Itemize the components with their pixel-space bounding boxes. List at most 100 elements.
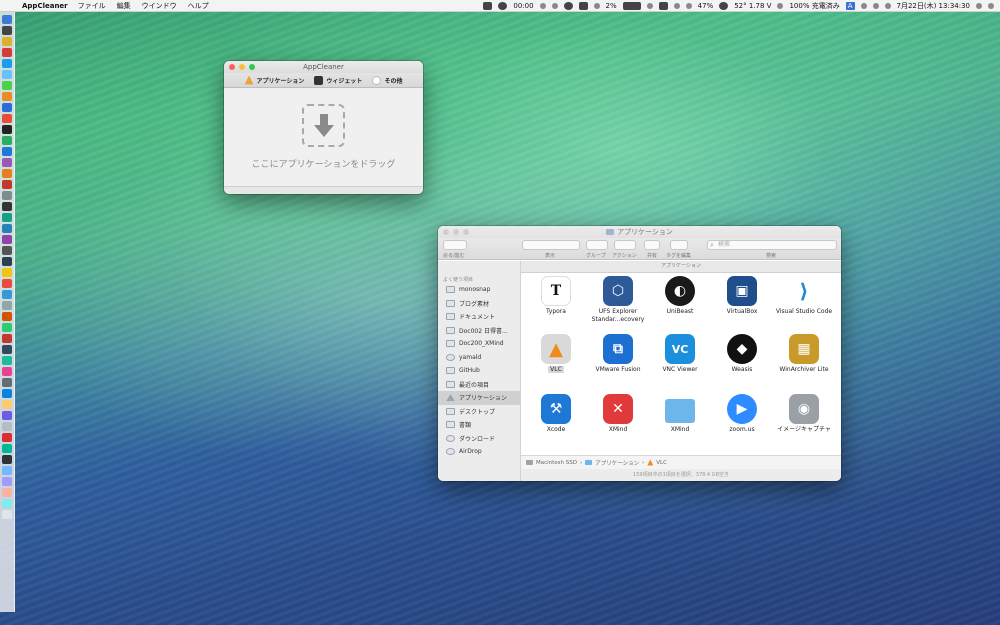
dock-vlc-icon[interactable] [2,169,12,178]
dock-chrome-icon[interactable] [2,103,12,112]
dock-app-icon-d[interactable] [2,312,12,321]
sidebar-item-doc002[interactable]: Doc002 日得書... [438,324,520,338]
battery-icon[interactable] [593,2,600,9]
sidebar-item-monosnap[interactable]: monosnap [438,283,520,297]
menu-file[interactable]: ファイル [78,1,106,11]
dock-app-icon-t[interactable] [2,488,12,497]
chat-icon[interactable] [673,2,680,9]
dock-photos-icon[interactable] [2,158,12,167]
volume-icon[interactable] [884,2,891,9]
app-menu[interactable]: AppCleaner [22,2,68,10]
file-item-unibeast[interactable]: ◐ UniBeast [649,273,711,331]
minimize-button[interactable] [453,229,459,235]
path-disk[interactable]: Macintosh SSD [536,460,577,466]
finder-titlebar[interactable]: アプリケーション [438,226,841,238]
file-item-xcode[interactable]: ⚒ Xcode [525,391,587,449]
dock-app-icon-n[interactable] [2,422,12,431]
zoom-button[interactable] [249,64,255,70]
spotlight-icon[interactable] [976,2,982,9]
cpu-icon[interactable] [551,2,558,9]
sidebar-item-applications[interactable]: アプリケーション [438,391,520,405]
screen-icon[interactable] [646,2,653,9]
display-icon[interactable] [622,1,641,10]
search-input[interactable]: 検索 [707,240,837,250]
zoom-button[interactable] [463,229,469,235]
battery-status-text[interactable]: 100% 充電済み [789,1,839,11]
menu-help[interactable]: ヘルプ [188,1,209,11]
notification-center-icon[interactable] [988,2,994,9]
dock-app-icon-s[interactable] [2,477,12,486]
back-forward-buttons[interactable] [443,240,467,250]
timer-icon[interactable] [498,1,508,10]
dock-app-icon-o[interactable] [2,433,12,442]
dock-app-icon-q[interactable] [2,455,12,464]
dock-safari-icon[interactable] [2,70,12,79]
bolt-icon[interactable] [563,1,573,10]
tab-applications[interactable]: アプリケーション [244,75,304,85]
dock-app-icon-k[interactable] [2,389,12,398]
tab-widgets[interactable]: ウィジェット [314,75,362,85]
file-item-ufs-explorer[interactable]: ⬡ UFS Explorer Standar...ecovery [587,273,649,331]
close-button[interactable] [443,229,449,235]
box-icon[interactable] [685,2,692,9]
view-mode-buttons[interactable] [522,240,580,250]
sidebar-item-downloads[interactable]: ダウンロード [438,432,520,446]
dock-app-icon-c[interactable] [2,301,12,310]
appcleaner-titlebar[interactable]: AppCleaner [224,61,423,73]
action-button[interactable] [614,240,636,250]
tab-other[interactable]: その他 [372,75,402,85]
sync-icon[interactable] [658,1,668,10]
dock-trash-icon[interactable] [2,510,12,519]
dock-xcode-icon[interactable] [2,257,12,266]
bluetooth-icon[interactable] [860,2,867,9]
path-vlc[interactable]: VLC [656,460,667,466]
dock-utility-icon[interactable] [2,246,12,255]
sidebar-item-blog[interactable]: ブログ素材 [438,297,520,311]
menu-window[interactable]: ウインドウ [142,1,177,11]
temperature-icon[interactable] [719,1,729,10]
sidebar-item-recents[interactable]: 最近の項目 [438,378,520,392]
dock-app-icon-m[interactable] [2,411,12,420]
file-item-xmind-folder[interactable]: XMind [649,391,711,449]
dock-folder-icon[interactable] [2,268,12,277]
cloud-icon[interactable] [539,2,546,9]
dock-finder-icon[interactable] [2,15,12,24]
dock-app-icon-b[interactable] [2,290,12,299]
minimize-button[interactable] [239,64,245,70]
dock-music-icon[interactable] [2,114,12,123]
dock-evernote-icon[interactable] [2,136,12,145]
dock-app-icon-g[interactable] [2,345,12,354]
dock-vscode-icon[interactable] [2,147,12,156]
file-item-zoom[interactable]: ▶ zoom.us [711,391,773,449]
dock-messages-icon[interactable] [2,81,12,90]
dock-app-icon-e[interactable] [2,323,12,332]
dock-app-icon-r[interactable] [2,466,12,475]
sidebar-item-documents-folder[interactable]: ドキュメント [438,310,520,324]
file-item-virtualbox[interactable]: ▣ VirtualBox [711,273,773,331]
file-item-winarchiver[interactable]: ▦ WinArchiver Lite [773,331,835,389]
sidebar-item-documents[interactable]: 書類 [438,418,520,432]
sidebar-item-github[interactable]: GitHub [438,364,520,378]
status-icon-1[interactable] [483,1,493,10]
temperature-text[interactable]: 52° 1.78 V [734,2,771,10]
dock-app-icon-i[interactable] [2,367,12,376]
file-item-xmind-app[interactable]: ✕ XMind [587,391,649,449]
path-applications[interactable]: アプリケーション [595,459,639,467]
sidebar-item-doc200[interactable]: Doc200_XMind [438,337,520,351]
battery-status-icon[interactable] [777,2,784,9]
dock-settings-icon[interactable] [2,191,12,200]
dock-app-icon-j[interactable] [2,378,12,387]
wifi-icon[interactable] [872,2,879,9]
clock-text[interactable]: 7月22日(木) 13:34:30 [897,1,971,11]
dock-app-icon-a[interactable] [2,279,12,288]
dock-activity-icon[interactable] [2,202,12,211]
group-button[interactable] [586,240,608,250]
dock-kindle-icon[interactable] [2,125,12,134]
tags-button[interactable] [670,240,688,250]
dock-calendar-icon[interactable] [2,48,12,57]
dock-app-icon-f[interactable] [2,334,12,343]
input-mode-icon[interactable]: A [845,1,855,10]
dock-app-store-icon[interactable] [2,59,12,68]
dock-mail-icon[interactable] [2,224,12,233]
dock-app-icon-l[interactable] [2,400,12,409]
